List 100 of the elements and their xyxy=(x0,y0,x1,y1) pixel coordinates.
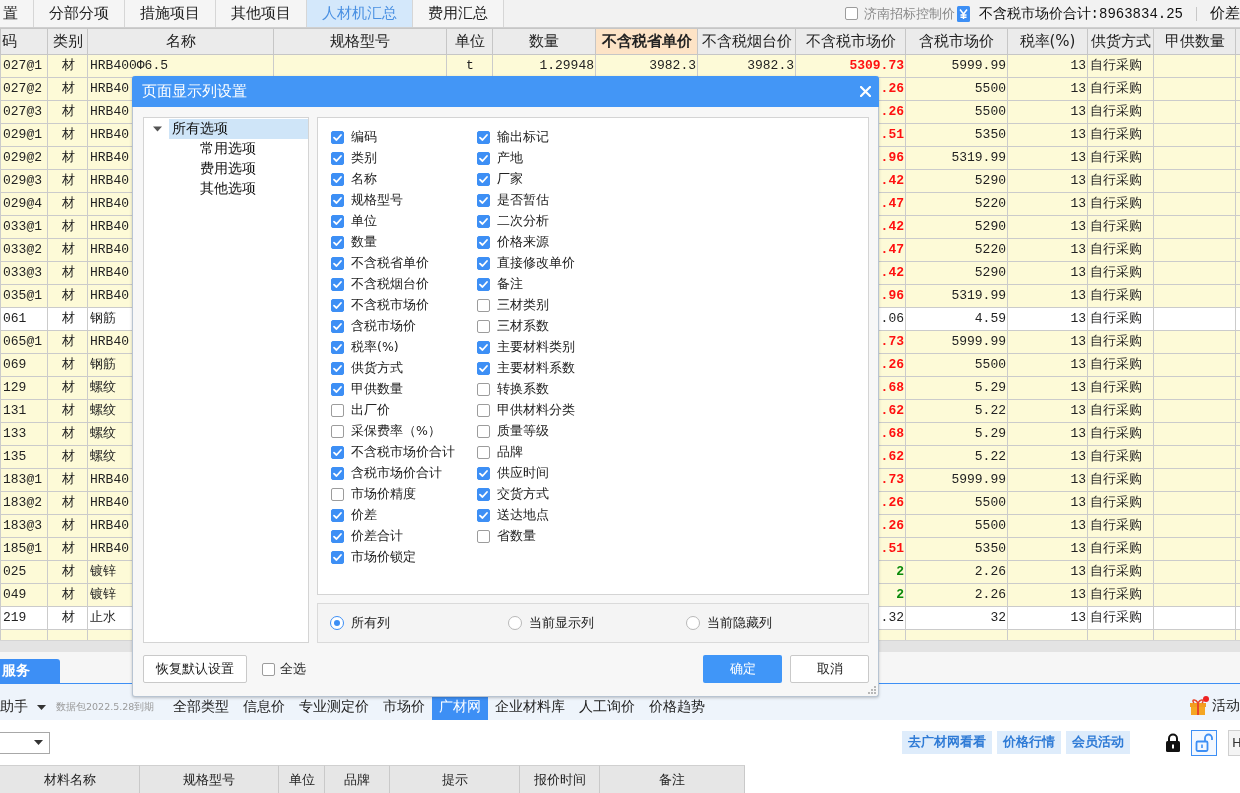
checkbox[interactable] xyxy=(331,152,344,165)
table-cell: 029@1 xyxy=(3,127,42,142)
checkbox[interactable] xyxy=(331,488,344,501)
checkbox[interactable] xyxy=(477,362,490,375)
table-cell: 自行采购 xyxy=(1090,288,1142,303)
link-button[interactable]: 会员活动 xyxy=(1066,731,1130,754)
table-cell: 13 xyxy=(1070,541,1086,556)
table-cell: 自行采购 xyxy=(1090,449,1142,464)
table-cell: 183@3 xyxy=(3,518,42,533)
checkbox[interactable] xyxy=(331,362,344,375)
tree-item[interactable]: 费用选项 xyxy=(197,159,256,179)
column-header[interactable]: 甲供数量 xyxy=(1153,28,1236,55)
column-header[interactable]: 品牌 xyxy=(325,765,390,793)
column-header[interactable]: 备注 xyxy=(600,765,745,793)
column-header[interactable]: 报价时间 xyxy=(520,765,600,793)
column-header[interactable]: 税率(%) xyxy=(1007,28,1088,55)
checkbox[interactable] xyxy=(331,299,344,312)
column-header[interactable]: 名称 xyxy=(87,28,274,55)
column-header[interactable]: 规格型号 xyxy=(140,765,279,793)
column-header[interactable]: 单位 xyxy=(446,28,493,55)
column-header[interactable]: 含税市场价 xyxy=(905,28,1008,55)
checkbox[interactable] xyxy=(477,278,490,291)
checkbox[interactable] xyxy=(331,446,344,459)
checkbox[interactable] xyxy=(477,215,490,228)
column-header[interactable]: 不含税省单价 xyxy=(595,28,698,55)
cancel-button[interactable]: 取消 xyxy=(790,655,869,683)
checkbox[interactable] xyxy=(477,320,490,333)
checkbox[interactable] xyxy=(331,131,344,144)
checkbox[interactable] xyxy=(331,467,344,480)
checkbox-label: 价差合计 xyxy=(351,528,403,545)
column-header[interactable]: 供货方式 xyxy=(1087,28,1154,55)
checkbox[interactable] xyxy=(331,320,344,333)
table-cell: 自行采购 xyxy=(1090,81,1142,96)
column-header[interactable]: 码 xyxy=(0,28,48,55)
close-button[interactable] xyxy=(858,84,872,99)
tree-item[interactable]: 常用选项 xyxy=(197,139,256,159)
checkbox[interactable] xyxy=(331,194,344,207)
checkbox[interactable] xyxy=(477,425,490,438)
checkbox[interactable] xyxy=(844,7,858,20)
checkbox[interactable] xyxy=(477,173,490,186)
table-cell: 材 xyxy=(61,518,75,533)
tree-item[interactable]: 其他选项 xyxy=(197,179,256,199)
reset-button[interactable]: 恢复默认设置 xyxy=(143,655,247,683)
checkbox[interactable] xyxy=(477,257,490,270)
table-cell: 13 xyxy=(1070,58,1086,73)
radio-button[interactable] xyxy=(508,616,522,630)
column-header[interactable]: 材料名称 xyxy=(0,765,140,793)
checkbox[interactable] xyxy=(477,236,490,249)
checkbox[interactable] xyxy=(331,257,344,270)
column-header[interactable]: 数量 xyxy=(492,28,596,55)
checkbox[interactable] xyxy=(477,509,490,522)
column-header[interactable]: 类别 xyxy=(47,28,88,55)
checkbox[interactable] xyxy=(477,530,490,543)
checkbox[interactable] xyxy=(331,530,344,543)
link-button[interactable]: 去广材网看看 xyxy=(902,731,992,754)
checkbox[interactable] xyxy=(331,236,344,249)
column-header[interactable]: 单位 xyxy=(279,765,325,793)
checkbox[interactable] xyxy=(477,131,490,144)
resize-grip-icon[interactable] xyxy=(868,686,876,694)
column-header[interactable]: 提示 xyxy=(390,765,520,793)
radio-button[interactable] xyxy=(330,616,344,630)
checkbox[interactable] xyxy=(331,173,344,186)
checkbox[interactable] xyxy=(477,446,490,459)
toolbar-button[interactable]: H xyxy=(1228,729,1240,756)
checkbox[interactable] xyxy=(262,662,275,676)
table-cell: 135 xyxy=(3,449,27,464)
column-header[interactable]: 规格型号 xyxy=(273,28,447,55)
checkbox[interactable] xyxy=(331,404,344,417)
radio-button[interactable] xyxy=(686,616,700,630)
tree-item[interactable]: 所有选项 xyxy=(169,119,308,139)
expand-caret-icon[interactable] xyxy=(152,126,162,132)
checkbox[interactable] xyxy=(477,404,490,417)
caret-icon xyxy=(34,740,43,745)
table-cell: 025 xyxy=(3,564,27,579)
gift-icon[interactable] xyxy=(1189,696,1209,716)
assistant-menu[interactable]: 助手 xyxy=(0,698,28,716)
checkbox[interactable] xyxy=(331,278,344,291)
checkbox[interactable] xyxy=(477,341,490,354)
checkbox[interactable] xyxy=(331,341,344,354)
checkbox[interactable] xyxy=(477,299,490,312)
lock-toggle-button[interactable] xyxy=(1191,729,1217,756)
link-button[interactable]: 价格行情 xyxy=(997,731,1061,754)
checkbox[interactable] xyxy=(331,509,344,522)
column-header[interactable]: 不含税市场价 xyxy=(795,28,906,55)
dropdown-field[interactable] xyxy=(0,731,50,754)
checkbox[interactable] xyxy=(331,425,344,438)
table-cell: 自行采购 xyxy=(1090,495,1142,510)
checkbox[interactable] xyxy=(477,152,490,165)
column-header[interactable]: 不含税烟台价 xyxy=(697,28,796,55)
checkbox-label: 产地 xyxy=(497,150,523,167)
checkbox[interactable] xyxy=(331,215,344,228)
checkbox[interactable] xyxy=(331,551,344,564)
activity-link[interactable]: 活动 xyxy=(1212,697,1240,715)
checkbox[interactable] xyxy=(477,488,490,501)
checkbox[interactable] xyxy=(477,467,490,480)
checkbox[interactable] xyxy=(331,383,344,396)
checkbox[interactable] xyxy=(477,194,490,207)
checkbox[interactable] xyxy=(477,383,490,396)
tab[interactable]: 置 xyxy=(0,0,34,27)
table-cell: 183@2 xyxy=(3,495,42,510)
